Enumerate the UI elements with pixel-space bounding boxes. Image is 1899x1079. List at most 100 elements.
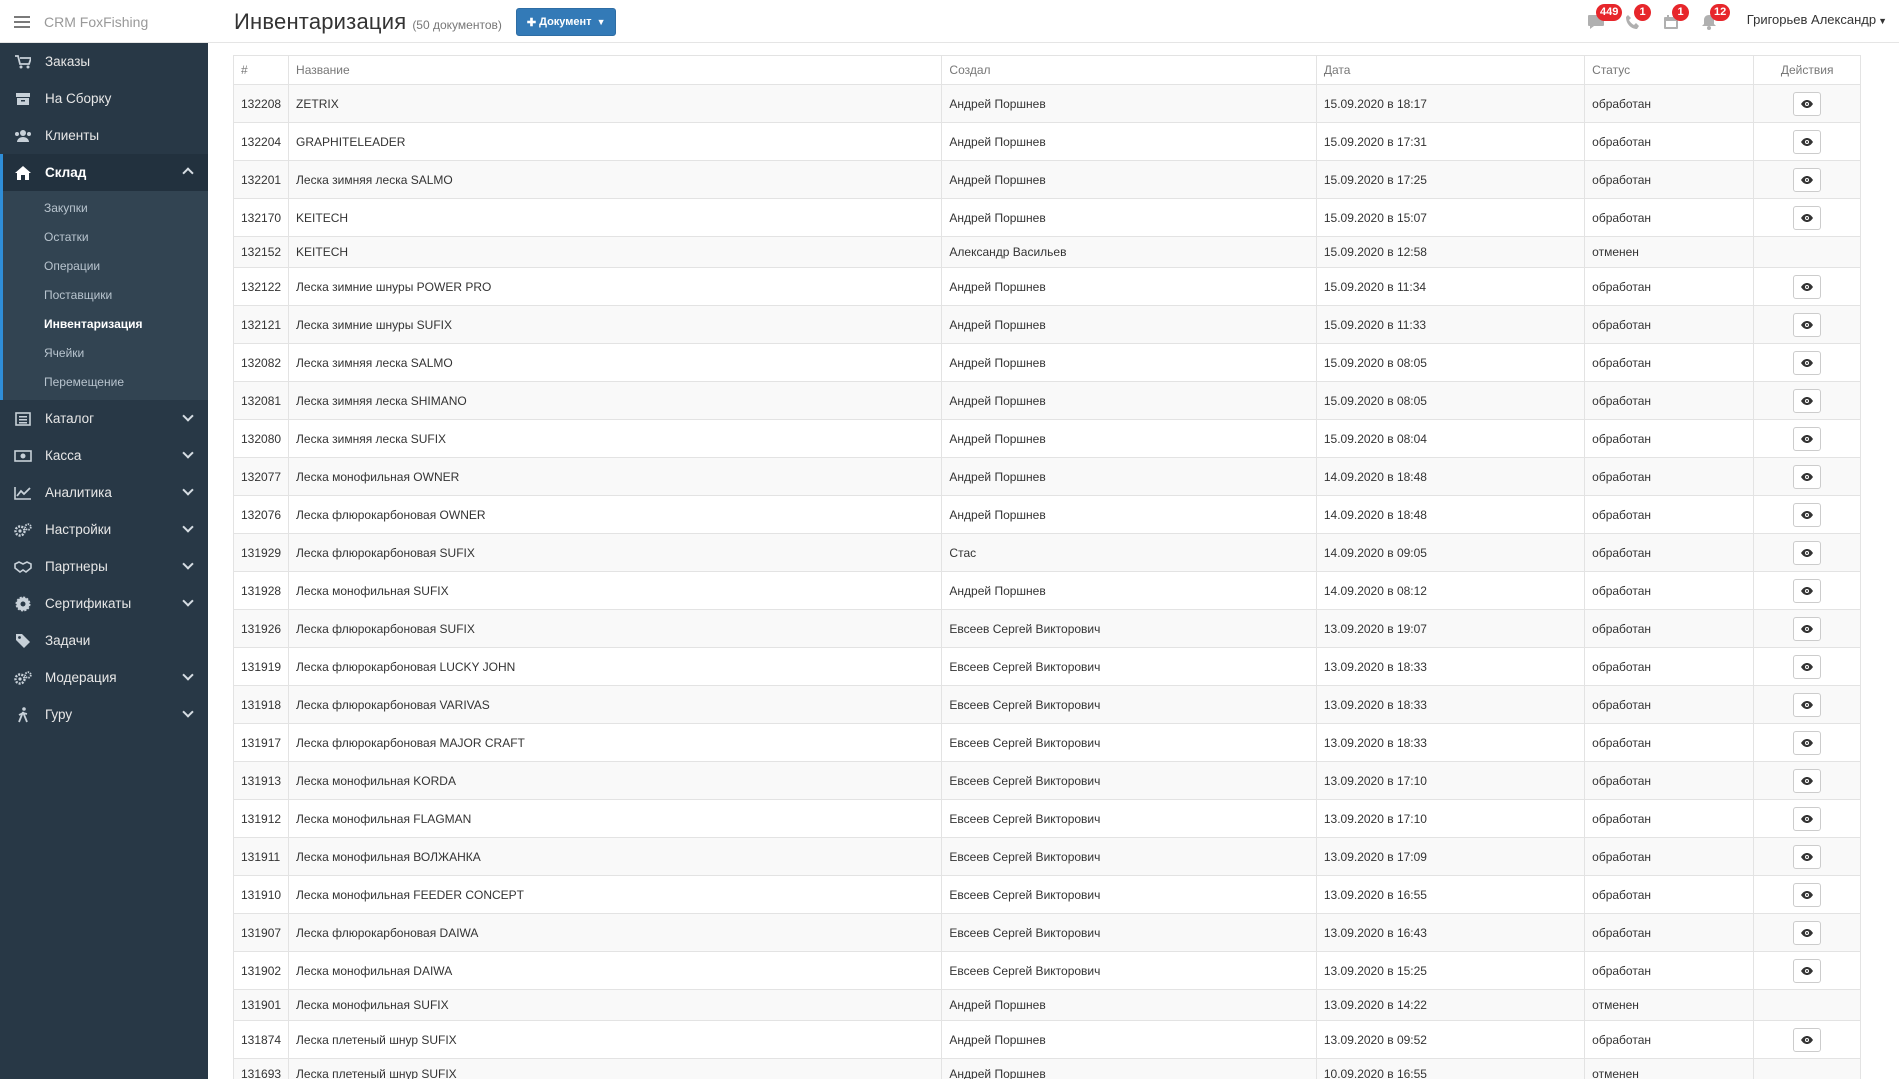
view-button[interactable] (1793, 167, 1822, 192)
table-row[interactable]: 131929 Леска флюрокарбоновая SUFIX Стас 14.… (232, 533, 1861, 572)
table-row[interactable]: 131901 Леска монофильная SUFIX Андрей Порш… (232, 989, 1861, 1021)
table-row[interactable]: 131928 Леска монофильная SUFIX Андрей Порш… (232, 571, 1861, 610)
view-button[interactable] (1793, 426, 1822, 451)
table-row[interactable]: 132121 Леска зимние шнуры SUFIX Андрей Пор… (232, 305, 1861, 344)
sidebar-subitem-suppliers[interactable]: Поставщики (3, 280, 208, 309)
calendar-notification-button[interactable]: 1 (1660, 4, 1689, 32)
sidebar-item-settings[interactable]: Настройки (0, 511, 208, 548)
table-row[interactable]: 132080 Леска зимняя леска SUFIX Андрей Пор… (232, 419, 1861, 458)
sidebar-item-partners[interactable]: Партнеры (0, 548, 208, 585)
sidebar-subitem-transfer[interactable]: Перемещение (3, 367, 208, 396)
view-button[interactable] (1793, 1027, 1822, 1052)
cell-status: отменен (1584, 1058, 1755, 1079)
sidebar-item-warehouse[interactable]: Склад (0, 154, 208, 191)
view-button[interactable] (1793, 350, 1822, 375)
table-row[interactable]: 132082 Леска зимняя леска SALMO Андрей Пор… (232, 343, 1861, 382)
eye-icon (1801, 776, 1814, 785)
sidebar-item-guru[interactable]: Гуру (0, 696, 208, 733)
sidebar-item-analytics[interactable]: Аналитика (0, 474, 208, 511)
chevron-down-icon (182, 706, 194, 718)
sidebar-subitem-operations[interactable]: Операции (3, 251, 208, 280)
table-row[interactable]: 132204 GRAPHITELEADER Андрей Поршнев 15.09.… (232, 122, 1861, 161)
table-row[interactable]: 131913 Леска монофильная KORDA Евсеев Серг… (232, 761, 1861, 800)
chat-notification-button[interactable]: 449 (1584, 4, 1623, 32)
eye-icon (1801, 548, 1814, 557)
sidebar-subitem-stock[interactable]: Остатки (3, 222, 208, 251)
view-button[interactable] (1793, 274, 1822, 299)
table-row[interactable]: 132170 KEITECH Андрей Поршнев 15.09.2020 в … (232, 198, 1861, 237)
view-button[interactable] (1793, 882, 1822, 907)
view-button[interactable] (1793, 312, 1822, 337)
column-header-id[interactable]: # (232, 55, 290, 85)
view-button[interactable] (1793, 958, 1822, 983)
table-row[interactable]: 131693 Леска плетеный шнур SUFIX Андрей По… (232, 1058, 1861, 1079)
phone-notification-button[interactable]: 1 (1622, 4, 1651, 32)
sidebar-item-certificates[interactable]: Сертификаты (0, 585, 208, 622)
view-button[interactable] (1793, 616, 1822, 641)
bell-notification-button[interactable]: 12 (1698, 4, 1731, 32)
column-header-name[interactable]: Название (288, 55, 943, 85)
cell-actions (1753, 685, 1861, 724)
add-document-button[interactable]: ✚ Документ ▼ (515, 8, 617, 36)
view-button[interactable] (1793, 692, 1822, 717)
view-button[interactable] (1793, 129, 1822, 154)
sidebar-item-clients[interactable]: Клиенты (0, 117, 208, 154)
column-header-created-by[interactable]: Создал (941, 55, 1317, 85)
table-row[interactable]: 132152 KEITECH Александр Васильев 15.09.202… (232, 236, 1861, 268)
menu-toggle-icon[interactable] (14, 15, 30, 28)
table-row[interactable]: 131902 Леска монофильная DAIWA Евсеев Серг… (232, 951, 1861, 990)
sidebar-item-moderation[interactable]: Модерация (0, 659, 208, 696)
view-button[interactable] (1793, 502, 1822, 527)
cell-created-by: Евсеев Сергей Викторович (941, 723, 1317, 762)
column-header-date[interactable]: Дата (1315, 55, 1586, 85)
cell-id: 131874 (232, 1020, 290, 1059)
table-row[interactable]: 132077 Леска монофильная OWNER Андрей Порш… (232, 457, 1861, 496)
sidebar-item-orders[interactable]: Заказы (0, 43, 208, 80)
view-button[interactable] (1793, 768, 1822, 793)
view-button[interactable] (1793, 388, 1822, 413)
table-row[interactable]: 131919 Леска флюрокарбоновая LUCKY JOHN Ев… (232, 647, 1861, 686)
sidebar-subitem-inventory[interactable]: Инвентаризация (3, 309, 208, 338)
sidebar-item-tasks[interactable]: Задачи (0, 622, 208, 659)
cell-date: 13.09.2020 в 14:22 (1315, 989, 1586, 1021)
cell-status: обработан (1584, 951, 1755, 990)
brand[interactable]: CRM FoxFishing (0, 0, 208, 43)
table-row[interactable]: 131912 Леска монофильная FLAGMAN Евсеев Се… (232, 799, 1861, 838)
view-button[interactable] (1793, 578, 1822, 603)
view-button[interactable] (1793, 464, 1822, 489)
table-row[interactable]: 131910 Леска монофильная FEEDER CONCEPT Ев… (232, 875, 1861, 914)
view-button[interactable] (1793, 730, 1822, 755)
sidebar-item-assembly[interactable]: На Сборку (0, 80, 208, 117)
column-header-status[interactable]: Статус (1584, 55, 1755, 85)
sidebar-item-label: Сертификаты (45, 596, 132, 611)
sidebar-item-cashbox[interactable]: Касса (0, 437, 208, 474)
table-row[interactable]: 131907 Леска флюрокарбоновая DAIWA Евсеев … (232, 913, 1861, 952)
table-row[interactable]: 131926 Леска флюрокарбоновая SUFIX Евсеев … (232, 609, 1861, 648)
table-row[interactable]: 132201 Леска зимняя леска SALMO Андрей Пор… (232, 160, 1861, 199)
user-menu[interactable]: Григорьев Александр ▼ (1747, 12, 1887, 27)
sidebar-subitem-cells[interactable]: Ячейки (3, 338, 208, 367)
view-button[interactable] (1793, 654, 1822, 679)
table-row[interactable]: 132122 Леска зимние шнуры POWER PRO Андрей… (232, 267, 1861, 306)
view-button[interactable] (1793, 91, 1822, 116)
view-button[interactable] (1793, 540, 1822, 565)
table-row[interactable]: 131917 Леска флюрокарбоновая MAJOR CRAFT Е… (232, 723, 1861, 762)
sidebar-subitem-purchases[interactable]: Закупки (3, 193, 208, 222)
table-row[interactable]: 132076 Леска флюрокарбоновая OWNER Андрей … (232, 495, 1861, 534)
table-row[interactable]: 132208 ZETRIX Андрей Поршнев 15.09.2020 в 1… (232, 84, 1861, 123)
view-button[interactable] (1793, 844, 1822, 869)
view-button[interactable] (1793, 205, 1822, 230)
view-button[interactable] (1793, 806, 1822, 831)
cell-date: 15.09.2020 в 17:31 (1315, 122, 1586, 161)
table-row[interactable]: 131874 Леска плетеный шнур SUFIX Андрей По… (232, 1020, 1861, 1059)
table-row[interactable]: 131911 Леска монофильная ВОЛЖАНКА Евсеев С… (232, 837, 1861, 876)
cell-id: 131919 (232, 647, 290, 686)
chevron-down-icon (182, 447, 194, 459)
table-row[interactable]: 132081 Леска зимняя леска SHIMANO Андрей П… (232, 381, 1861, 420)
table-row[interactable]: 131918 Леска флюрокарбоновая VARIVAS Евсее… (232, 685, 1861, 724)
cell-id: 132152 (232, 236, 290, 268)
cell-id: 131926 (232, 609, 290, 648)
sidebar-item-catalog[interactable]: Каталог (0, 400, 208, 437)
sidebar-item-label: Заказы (45, 54, 91, 69)
view-button[interactable] (1793, 920, 1822, 945)
